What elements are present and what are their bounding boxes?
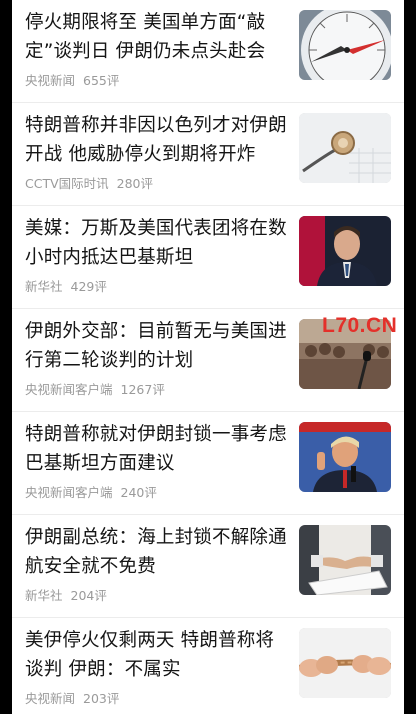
comment-count[interactable]: 429评	[71, 279, 107, 294]
news-title[interactable]: 伊朗外交部：目前暂无与美国进行第二轮谈判的计划	[25, 317, 287, 375]
news-item[interactable]: 伊朗副总统：海上封锁不解除通航安全就不免费 新华社 204评	[12, 515, 404, 618]
news-meta: 新华社 204评	[25, 585, 107, 604]
news-title[interactable]: 伊朗副总统：海上封锁不解除通航安全就不免费	[25, 523, 287, 581]
news-item[interactable]: 美伊停火仅剩两天 特朗普称将谈判 伊朗：不属实 央视新闻 203评	[12, 618, 404, 714]
news-source: 央视新闻客户端	[25, 485, 113, 500]
news-title[interactable]: 特朗普称并非因以色列才对伊朗开战 他威胁停火到期将开炸	[25, 111, 287, 169]
news-source: CCTV国际时讯	[25, 176, 109, 191]
news-title[interactable]: 停火期限将至 美国单方面“敲定”谈判日 伊朗仍未点头赴会	[25, 8, 287, 66]
politician-portrait-icon[interactable]	[299, 216, 391, 286]
news-meta: 央视新闻 655评	[25, 70, 119, 89]
news-item[interactable]: 美媒：万斯及美国代表团将在数小时内抵达巴基斯坦 新华社 429评	[12, 206, 404, 309]
news-title[interactable]: 美媒：万斯及美国代表团将在数小时内抵达巴基斯坦	[25, 214, 287, 272]
news-title[interactable]: 美伊停火仅剩两天 特朗普称将谈判 伊朗：不属实	[25, 626, 287, 684]
news-item[interactable]: 停火期限将至 美国单方面“敲定”谈判日 伊朗仍未点头赴会 央视新闻 655评	[12, 0, 404, 103]
comment-count[interactable]: 280评	[117, 176, 153, 191]
news-source: 新华社	[25, 279, 63, 294]
comment-count[interactable]: 203评	[83, 691, 119, 706]
news-feed: 停火期限将至 美国单方面“敲定”谈判日 伊朗仍未点头赴会 央视新闻 655评 特朗…	[12, 0, 404, 714]
comment-count[interactable]: 204评	[71, 588, 107, 603]
news-title[interactable]: 特朗普称就对伊朗封锁一事考虑巴基斯坦方面建议	[25, 420, 287, 478]
handshake-document-photo-icon[interactable]	[299, 525, 391, 595]
news-meta: 央视新闻客户端 240评	[25, 482, 157, 501]
news-meta: CCTV国际时讯 280评	[25, 173, 153, 192]
news-meta: 央视新闻 203评	[25, 688, 119, 707]
news-item[interactable]: 特朗普称就对伊朗封锁一事考虑巴基斯坦方面建议 央视新闻客户端 240评	[12, 412, 404, 515]
site-watermark: L70.CN	[322, 314, 398, 337]
news-source: 新华社	[25, 588, 63, 603]
news-item[interactable]: 特朗普称并非因以色列才对伊朗开战 他威胁停火到期将开炸 CCTV国际时讯 280评	[12, 103, 404, 206]
news-source: 央视新闻	[25, 73, 76, 88]
news-source: 央视新闻	[25, 691, 76, 706]
comment-count[interactable]: 1267评	[121, 382, 165, 397]
compass-photo-icon[interactable]	[299, 10, 391, 80]
stethoscope-photo-icon[interactable]	[299, 113, 391, 183]
news-meta: 央视新闻客户端 1267评	[25, 379, 165, 398]
tug-of-war-rope-photo-icon[interactable]	[299, 628, 391, 698]
trump-speaking-photo-icon[interactable]	[299, 422, 391, 492]
news-source: 央视新闻客户端	[25, 382, 113, 397]
news-meta: 新华社 429评	[25, 276, 107, 295]
comment-count[interactable]: 655评	[83, 73, 119, 88]
comment-count[interactable]: 240评	[121, 485, 157, 500]
